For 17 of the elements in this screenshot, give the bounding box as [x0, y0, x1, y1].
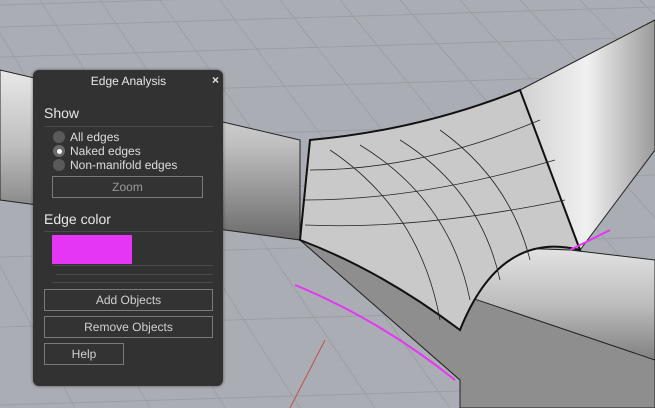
- radio-button[interactable]: [53, 159, 65, 171]
- radio-option[interactable]: Naked edges: [53, 144, 213, 158]
- option-label: Naked edges: [70, 144, 141, 158]
- color-swatch[interactable]: [52, 235, 132, 264]
- action-button[interactable]: Remove Objects: [44, 316, 213, 338]
- option-label: All edges: [70, 130, 120, 144]
- action-button[interactable]: Add Objects: [44, 289, 213, 311]
- option-label: Non-manifold edges: [70, 158, 178, 172]
- radio-button[interactable]: [53, 131, 65, 143]
- radio-button[interactable]: [53, 145, 65, 157]
- close-icon[interactable]: ×: [212, 73, 219, 87]
- section-heading: Edge color: [44, 211, 111, 227]
- help-button[interactable]: Help: [44, 343, 124, 365]
- section-heading: Show: [44, 105, 80, 121]
- radio-option[interactable]: All edges: [53, 130, 213, 144]
- radio-option[interactable]: Non-manifold edges: [53, 158, 213, 172]
- panel-title: Edge Analysis: [90, 74, 166, 88]
